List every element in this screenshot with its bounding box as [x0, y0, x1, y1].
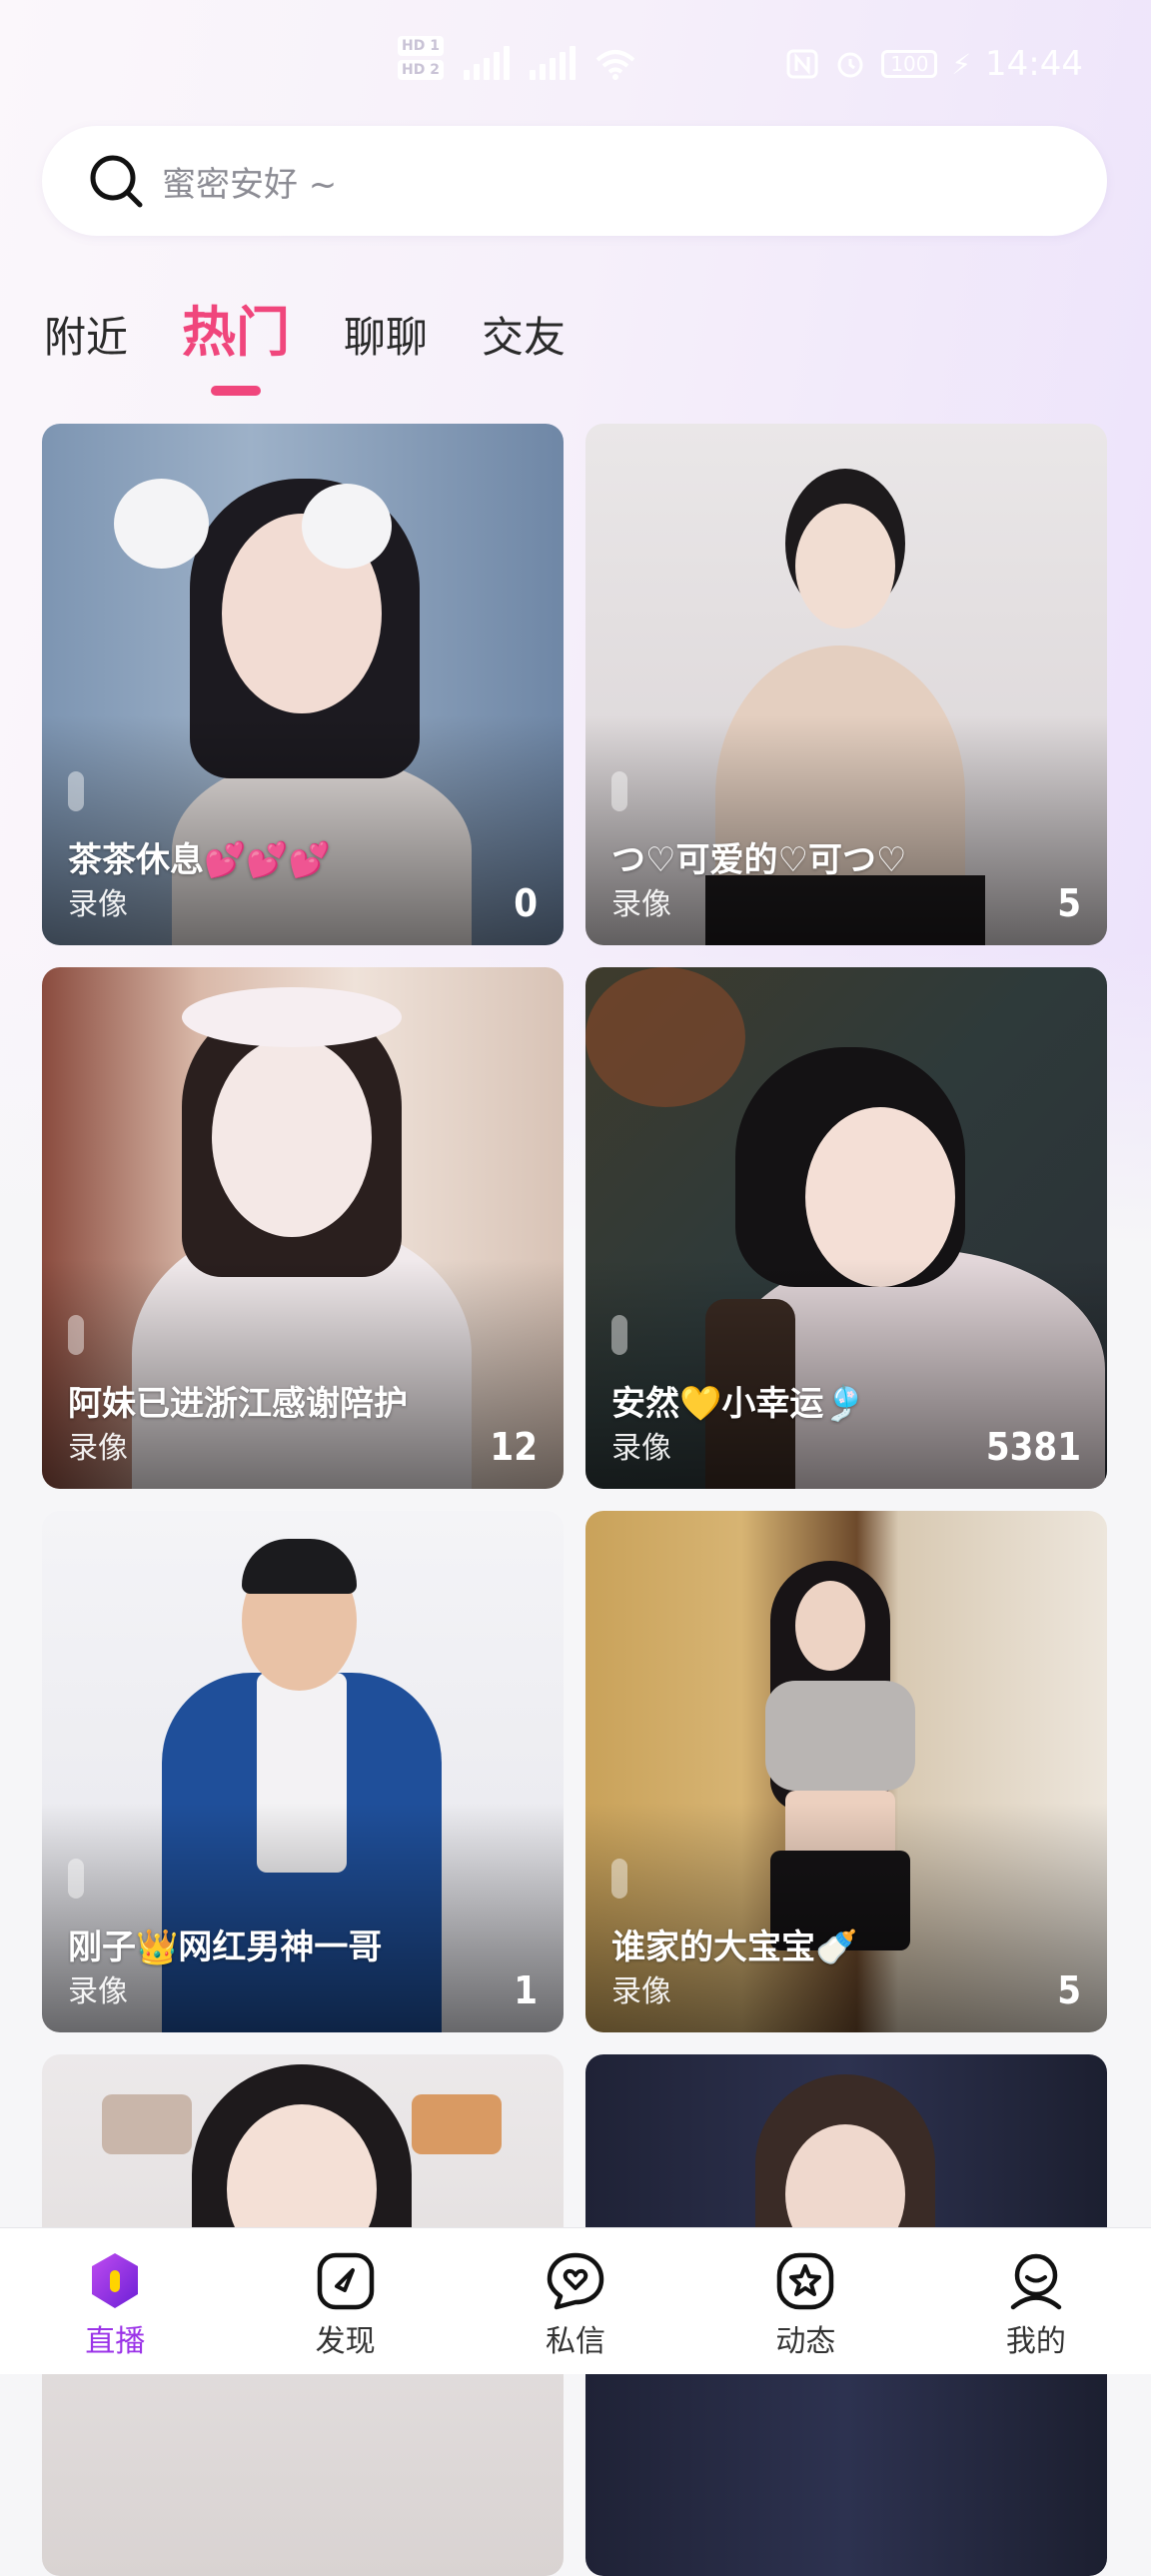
card-viewer-count: 5381 [985, 1425, 1081, 1469]
tab-friends[interactable]: 交友 [482, 310, 566, 366]
message-icon [547, 2252, 604, 2310]
moments-icon [777, 2252, 834, 2310]
status-right: 100 ⚡ 14:44 [785, 44, 1083, 84]
signal-group: HD 1 HD 2 [398, 36, 635, 80]
card-viewer-count: 0 [514, 881, 538, 925]
card-indicator [68, 771, 84, 811]
nav-live-label: 直播 [85, 2324, 146, 2359]
battery-icon: 100 [881, 50, 938, 78]
card-subtitle: 录像 [68, 887, 128, 922]
live-card[interactable]: つ♡可爱的♡可つ♡ 录像 5 [585, 424, 1107, 945]
card-title: つ♡可爱的♡可つ♡ [611, 840, 907, 880]
card-viewer-count: 5 [1057, 1968, 1081, 2012]
profile-icon [1010, 2253, 1062, 2310]
charging-icon: ⚡ [951, 47, 972, 81]
nav-moments[interactable]: 动态 [690, 2228, 920, 2374]
card-subtitle: 录像 [611, 1974, 671, 2009]
live-card[interactable]: 谁家的大宝宝🍼 录像 5 [585, 1511, 1107, 2032]
tab-hot[interactable]: 热门 [182, 300, 290, 366]
card-viewer-count: 12 [490, 1425, 538, 1469]
card-indicator [68, 1859, 84, 1899]
card-subtitle: 录像 [68, 1431, 128, 1466]
status-time: 14:44 [985, 44, 1083, 84]
hd1-badge: HD 1 [398, 36, 444, 56]
status-bar: HD 1 HD 2 100 ⚡ 14:44 [0, 0, 1151, 130]
card-viewer-count: 5 [1057, 881, 1081, 925]
nav-messages[interactable]: 私信 [461, 2228, 690, 2374]
card-title: 谁家的大宝宝🍼 [611, 1928, 858, 1967]
live-card[interactable]: 安然💛小幸运🎐 录像 5381 [585, 967, 1107, 1489]
card-subtitle: 录像 [611, 887, 671, 922]
card-indicator [68, 1315, 84, 1355]
signal-4g-icon [530, 44, 576, 80]
nav-live[interactable]: 直播 [0, 2228, 230, 2374]
card-title: 刚子👑网红男神一哥 [68, 1928, 383, 1967]
live-card[interactable]: 茶茶休息💕💕💕 录像 0 [42, 424, 564, 945]
signal-5g-icon [464, 44, 510, 80]
card-title: 茶茶休息💕💕💕 [68, 840, 332, 880]
card-indicator [611, 1315, 627, 1355]
tab-nearby[interactable]: 附近 [44, 310, 128, 366]
tab-chat[interactable]: 聊聊 [344, 310, 428, 366]
card-subtitle: 录像 [611, 1431, 671, 1466]
nav-discover-label: 发现 [315, 2324, 376, 2359]
search-icon [90, 155, 143, 208]
card-indicator [611, 771, 627, 811]
nfc-icon [786, 49, 818, 79]
live-card[interactable]: 阿妹已进浙江感谢陪护 录像 12 [42, 967, 564, 1489]
live-icon [92, 2253, 139, 2308]
search-bar[interactable]: 蜜密安好 ~ [42, 126, 1107, 236]
nav-profile[interactable]: 我的 [921, 2228, 1151, 2374]
card-subtitle: 录像 [68, 1974, 128, 2009]
search-placeholder: 蜜密安好 ~ [162, 164, 338, 205]
hd-badges: HD 1 HD 2 [398, 36, 444, 80]
category-tabs: 附近 热门 聊聊 交友 [44, 300, 619, 366]
card-viewer-count: 1 [514, 1968, 538, 2012]
live-card[interactable]: 刚子👑网红男神一哥 录像 1 [42, 1511, 564, 2032]
hd2-badge: HD 2 [398, 60, 444, 80]
nav-messages-label: 私信 [546, 2324, 606, 2359]
nav-discover[interactable]: 发现 [230, 2228, 460, 2374]
card-title: 安然💛小幸运🎐 [611, 1384, 866, 1424]
wifi-icon [595, 50, 635, 80]
bottom-nav: 直播 发现 私信 动态 我的 [0, 2227, 1151, 2374]
nav-moments-label: 动态 [775, 2324, 836, 2359]
card-title: 阿妹已进浙江感谢陪护 [68, 1384, 408, 1424]
alarm-icon [837, 52, 863, 78]
card-indicator [611, 1859, 627, 1899]
discover-icon [317, 2252, 374, 2310]
nav-profile-label: 我的 [1005, 2324, 1066, 2359]
